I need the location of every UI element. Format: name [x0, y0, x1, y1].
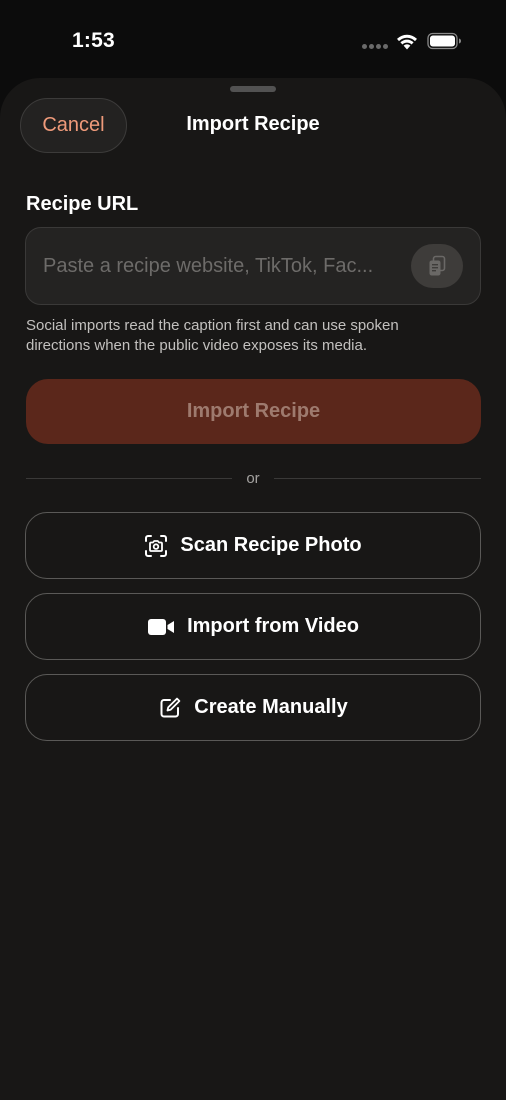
recipe-url-input[interactable]: [43, 228, 403, 304]
battery-full-icon: [427, 32, 461, 50]
divider-right: [274, 478, 481, 479]
paste-button[interactable]: [411, 244, 463, 288]
camera-scan-icon: [145, 534, 168, 557]
import-recipe-sheet: Cancel Import Recipe Recipe URL Social i…: [0, 78, 506, 1100]
status-time: 1:53: [72, 29, 115, 52]
recipe-url-field: [25, 227, 481, 305]
import-from-video-button[interactable]: Import from Video: [25, 593, 481, 660]
wifi-icon: [397, 34, 417, 50]
recipe-url-label: Recipe URL: [26, 193, 139, 215]
import-from-video-label: Import from Video: [187, 615, 359, 637]
social-import-helper-text: Social imports read the caption first an…: [26, 317, 399, 354]
create-manually-label: Create Manually: [194, 696, 348, 718]
video-camera-icon: [148, 618, 175, 635]
scan-recipe-photo-label: Scan Recipe Photo: [180, 534, 362, 556]
sheet-grabber[interactable]: [230, 86, 276, 92]
status-bar: 1:53: [0, 0, 506, 78]
create-manually-button[interactable]: Create Manually: [25, 674, 481, 741]
scan-recipe-photo-button[interactable]: Scan Recipe Photo: [25, 512, 481, 579]
clipboard-icon: [429, 255, 446, 276]
edit-square-icon: [160, 697, 181, 717]
cellular-signal-icon: [362, 43, 388, 49]
import-recipe-button[interactable]: Import Recipe: [26, 379, 481, 444]
sheet-title: Import Recipe: [186, 113, 320, 135]
